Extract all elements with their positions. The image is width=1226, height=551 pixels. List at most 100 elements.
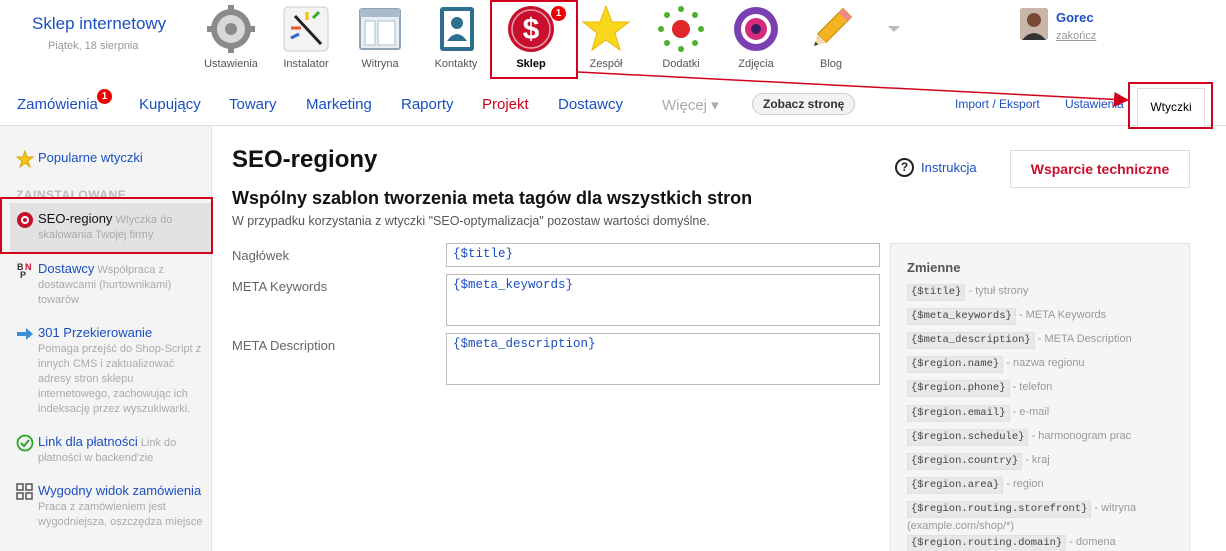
app-site[interactable]: Witryna [344, 4, 416, 74]
variables-panel: Zmienne {$title} - tytuł strony {$meta_k… [890, 243, 1190, 551]
nav-orders[interactable]: Zamówienia [17, 96, 98, 113]
app-addons[interactable]: Dodatki [645, 4, 717, 74]
suppliers-icon: BNP [16, 261, 34, 280]
variable-desc: - telefon [1012, 381, 1053, 393]
meta-keywords-textarea[interactable]: {$meta_keywords} [446, 274, 880, 326]
variable-item: {$region.name} - nazwa regionu [907, 355, 1187, 373]
nav-reports[interactable]: Raporty [401, 96, 454, 113]
variable-code[interactable]: {$region.phone} [907, 380, 1010, 397]
variable-desc: - META Keywords [1018, 309, 1107, 321]
variable-item: {$meta_description} - META Description [907, 331, 1187, 349]
sidebar-item-label[interactable]: Link dla płatności [38, 434, 138, 449]
variable-code[interactable]: {$region.area} [907, 477, 1004, 494]
variable-desc: - tytuł strony [968, 285, 1029, 297]
nav-customers[interactable]: Kupujący [139, 96, 201, 113]
variable-code[interactable]: {$region.routing.storefront} [907, 501, 1092, 518]
shop-highlight-box [490, 0, 578, 79]
seo-regions-highlight-box [0, 197, 213, 254]
nav-suppliers[interactable]: Dostawcy [558, 96, 623, 113]
variable-item: {$region.phone} - telefon [907, 379, 1187, 397]
variable-desc: - META Description [1037, 333, 1132, 345]
variable-desc: - region [1006, 478, 1044, 490]
meta-description-textarea[interactable]: {$meta_description} [446, 333, 880, 385]
sidebar-item-desc: Praca z zamówieniem jest wygodniejsza, o… [38, 501, 203, 528]
variable-desc: - harmonogram prac [1031, 430, 1132, 442]
app-installer[interactable]: Instalator [270, 4, 342, 74]
logout-link[interactable]: zakończ [1056, 30, 1096, 42]
sidebar-item-label[interactable]: Dostawcy [38, 261, 94, 276]
app-label: Kontakty [434, 58, 478, 70]
app-settings[interactable]: Ustawienia [195, 4, 267, 74]
variable-code[interactable]: {$meta_description} [907, 332, 1035, 349]
nav-project[interactable]: Projekt [482, 96, 529, 113]
help-icon: ? [895, 158, 914, 177]
variable-code[interactable]: {$region.country} [907, 453, 1023, 470]
variable-item: {$region.routing.storefront} - witryna (… [907, 500, 1187, 534]
app-label: Instalator [283, 58, 329, 70]
app-header: Sklep internetowy Piątek, 18 sierpnia Us… [0, 0, 1226, 84]
sidebar-item-suppliers[interactable]: BNP Dostawcy Współpraca z dostawcami (hu… [16, 261, 206, 308]
contacts-icon [431, 4, 481, 54]
svg-text:P: P [20, 270, 26, 279]
section-description: W przypadku korzystania z wtyczki "SEO-o… [232, 214, 710, 228]
nav-products[interactable]: Towary [229, 96, 277, 113]
plugins-highlight-box [1128, 82, 1213, 129]
app-blog[interactable]: Blog [795, 4, 867, 74]
variable-code[interactable]: {$region.routing.domain} [907, 535, 1067, 551]
gear-icon [206, 4, 256, 54]
main-nav: Zamówienia 1 Kupujący Towary Marketing R… [0, 84, 1226, 126]
app-label: Dodatki [662, 58, 700, 70]
sidebar-item-order-view[interactable]: Wygodny widok zamówienia Praca z zamówie… [16, 483, 206, 530]
sidebar-item-label[interactable]: Popularne wtyczki [38, 150, 143, 165]
more-apps-arrow-icon[interactable] [888, 26, 900, 32]
variables-header: Zmienne [907, 260, 961, 275]
app-label: Blog [819, 58, 843, 70]
orders-badge: 1 [97, 89, 112, 104]
variable-code[interactable]: {$title} [907, 284, 966, 301]
variable-code[interactable]: {$region.schedule} [907, 429, 1029, 446]
sidebar-item-redirect[interactable]: 301 Przekierowanie Pomaga przejść do Shop… [16, 325, 206, 417]
camera-lens-icon [731, 4, 781, 54]
sidebar-item-popular[interactable]: Popularne wtyczki [15, 149, 206, 169]
variable-item: {$region.country} - kraj [907, 452, 1187, 470]
app-label: Zespół [589, 58, 623, 70]
app-photos[interactable]: Zdjęcia [720, 4, 792, 74]
nav-settings[interactable]: Ustawienia [1065, 97, 1124, 111]
see-store-button[interactable]: Zobacz stronę [752, 93, 856, 115]
app-label: Ustawienia [204, 58, 258, 70]
app-team[interactable]: Zespół [570, 4, 642, 74]
instruction-link[interactable]: ? Instrukcja [895, 158, 977, 177]
user-name[interactable]: Gorec [1056, 10, 1094, 25]
variable-code[interactable]: {$region.name} [907, 356, 1004, 373]
heading-label: Nagłówek [232, 248, 290, 263]
store-title[interactable]: Sklep internetowy [32, 14, 166, 34]
nav-import-export[interactable]: Import / Eksport [955, 97, 1040, 111]
variable-item: {$region.schedule} - harmonogram prac [907, 428, 1187, 446]
variable-code[interactable]: {$meta_keywords} [907, 308, 1016, 325]
nav-marketing[interactable]: Marketing [306, 96, 372, 113]
variable-item: {$region.routing.domain} - domena (examp… [907, 534, 1187, 551]
variable-item: {$region.email} - e-mail [907, 404, 1187, 422]
avatar[interactable] [1020, 8, 1048, 40]
arrow-right-icon [16, 325, 34, 343]
app-contacts[interactable]: Kontakty [420, 4, 492, 74]
sidebar-item-label[interactable]: 301 Przekierowanie [38, 325, 152, 340]
app-label: Zdjęcia [738, 58, 774, 70]
variable-desc: - kraj [1025, 454, 1050, 466]
installer-icon [281, 4, 331, 54]
sidebar-item-payment-link[interactable]: Link dla płatności Link do płatności w b… [16, 434, 206, 466]
plugins-sidebar: Popularne wtyczki ZAINSTALOWANE SEO-regi… [0, 126, 213, 551]
heading-input[interactable]: {$title} [446, 243, 880, 267]
variable-code[interactable]: {$region.email} [907, 405, 1010, 422]
sidebar-item-label[interactable]: Wygodny widok zamówienia [38, 483, 201, 498]
pencil-icon [806, 4, 856, 54]
window-icon [355, 4, 405, 54]
app-label: Witryna [361, 58, 399, 70]
check-circle-icon [16, 434, 34, 452]
meta-keywords-label: META Keywords [232, 279, 328, 294]
section-title: Wspólny szablon tworzenia meta tagów dla… [232, 188, 753, 208]
nav-more[interactable]: Więcej ▾ [662, 96, 719, 114]
addons-icon [656, 4, 706, 54]
variable-desc: - nazwa regionu [1006, 357, 1085, 369]
support-button[interactable]: Wsparcie techniczne [1010, 150, 1190, 188]
